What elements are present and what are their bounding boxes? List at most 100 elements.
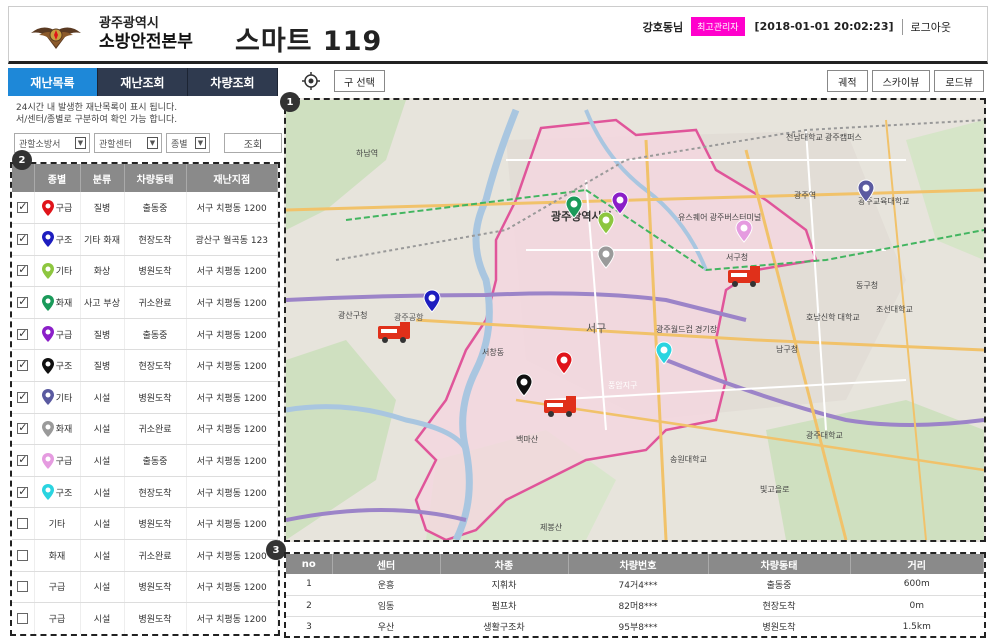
row-center: 우산 — [332, 616, 440, 636]
row-no: 3 — [286, 616, 332, 636]
org-line1: 광주광역시 — [99, 16, 159, 31]
trajectory-button[interactable]: 궤적 — [827, 70, 868, 92]
tab-disaster-search[interactable]: 재난조회 — [98, 68, 188, 96]
col-header-no: no — [286, 554, 333, 574]
map-label-gwangsan-office: 광산구청 — [338, 310, 367, 320]
col-header-location: 재난지점 — [186, 164, 278, 192]
table-row[interactable]: 기타 시설 병원도착 서구 치평동 1200 — [12, 507, 278, 541]
row-status: 현장도착 — [124, 349, 187, 383]
table-row[interactable]: 화재 사고 부상 귀소완료 서구 치평동 1200 — [12, 286, 278, 319]
row-checkbox[interactable] — [17, 295, 29, 309]
row-checkbox[interactable] — [17, 485, 29, 498]
row-vehicle-type: 펌프차 — [440, 595, 568, 617]
row-category: 시설 — [80, 571, 125, 604]
row-checkbox[interactable] — [17, 327, 29, 340]
row-type-cell: 구조 — [34, 349, 81, 383]
app-title: 스마트 119 — [235, 26, 383, 57]
table-row[interactable]: 구급 시설 병원도착 서구 치평동 1200 — [12, 571, 278, 604]
row-type-cell: 구급 — [34, 318, 81, 351]
table-row[interactable]: 구급 질병 출동중 서구 치평동 1200 — [12, 318, 278, 351]
crosshair-icon[interactable] — [302, 72, 320, 90]
org-name: 광주광역시 소방안전본부 — [99, 14, 193, 52]
col-header-distance: 거리 — [850, 554, 984, 574]
row-checkbox[interactable] — [17, 200, 29, 214]
map-label-jeonnam-univ: 전남대학교 광주캠퍼스 — [786, 132, 862, 142]
row-category: 시설 — [80, 413, 125, 446]
search-button[interactable]: 조회 — [224, 133, 282, 153]
type-select[interactable]: 종별 ▼ — [166, 133, 210, 153]
table-row[interactable]: 기타 시설 병원도착 서구 치평동 1200 — [12, 381, 278, 414]
row-checkbox[interactable] — [17, 421, 29, 435]
user-name: 강호동님 — [642, 20, 684, 34]
vehicle-table-body: 1 운흥 지휘차 74거4*** 출동중 600m 2 임동 펌프차 82머8*… — [286, 574, 984, 636]
roadview-button[interactable]: 로드뷰 — [934, 70, 984, 92]
row-location: 서구 치평동 1200 — [186, 476, 278, 509]
center-select[interactable]: 관할센터 ▼ — [94, 133, 162, 153]
table-row[interactable]: 구급 질병 출동중 서구 치평동 1200 — [12, 192, 278, 225]
row-status: 병원도착 — [124, 507, 187, 541]
row-checkbox[interactable] — [17, 358, 29, 372]
row-checkbox[interactable] — [17, 263, 29, 277]
row-type: 화재 — [55, 425, 73, 436]
table-row[interactable]: 화재 시설 귀소완료 서구 치평동 1200 — [12, 413, 278, 446]
table-row[interactable]: 기타 화상 병원도착 서구 치평동 1200 — [12, 255, 278, 288]
map-view-buttons: 궤적 스카이뷰 로드뷰 — [827, 70, 984, 92]
row-location: 서구 치평동 1200 — [186, 349, 278, 383]
table-row[interactable]: 구조 질병 현장도착 서구 치평동 1200 — [12, 349, 278, 383]
skyview-button[interactable]: 스카이뷰 — [871, 70, 931, 92]
map-label-namgu-office: 남구청 — [776, 345, 798, 354]
row-checkbox[interactable] — [17, 581, 29, 593]
row-status: 병원도착 — [124, 381, 187, 414]
current-datetime: [2018-01-01 20:02:23] — [754, 20, 894, 33]
table-row[interactable]: 2 임동 펌프차 82머8*** 현장도착 0m — [286, 595, 984, 617]
row-type-cell: 기타 — [34, 381, 81, 414]
row-location: 서구 치평동 1200 — [186, 539, 278, 572]
row-status: 현장도착 — [124, 476, 187, 509]
row-status: 귀소완료 — [124, 286, 187, 319]
row-center: 임동 — [332, 595, 440, 617]
row-checkbox[interactable] — [17, 390, 29, 403]
row-status: 병원도착 — [124, 602, 187, 634]
list-description: 24시간 내 발생한 재난목록이 표시 됩니다. 서/센터/종별로 구분하여 확… — [16, 102, 177, 126]
row-checkbox[interactable] — [17, 518, 29, 530]
map-label-hanam: 하남역 — [356, 148, 378, 158]
gu-select-button[interactable]: 구 선택 — [334, 70, 385, 92]
row-type: 화재 — [55, 299, 73, 310]
map-label-seogu-office: 서구청 — [726, 253, 748, 262]
map-label-worldcup: 광주월드컵 경기장 — [656, 324, 718, 334]
tab-disaster-list[interactable]: 재난목록 — [8, 68, 98, 96]
map-label-bitgoeul: 빛고을로 — [760, 484, 789, 494]
table-row[interactable]: 1 운흥 지휘차 74거4*** 출동중 600m — [286, 574, 984, 596]
table-row[interactable]: 구조 기타 화재 현장도착 광산구 월곡동 123 — [12, 223, 278, 256]
table-row[interactable]: 구조 시설 현장도착 서구 치평동 1200 — [12, 476, 278, 509]
row-category: 시설 — [80, 444, 125, 477]
row-type: 구급 — [55, 457, 73, 468]
table-row[interactable]: 화재 시설 귀소완료 서구 치평동 1200 — [12, 539, 278, 572]
row-status: 귀소완료 — [124, 413, 187, 446]
row-checkbox[interactable] — [17, 549, 29, 561]
row-checkbox[interactable] — [17, 232, 29, 245]
map-pin-icon — [41, 262, 54, 279]
row-checkbox[interactable] — [17, 453, 29, 467]
row-type-cell: 구조 — [34, 223, 81, 256]
type-select-value: 종별 — [171, 139, 188, 150]
row-category: 기타 화재 — [80, 223, 125, 256]
logout-link[interactable]: 로그아웃 — [911, 19, 951, 35]
tab-vehicle-search[interactable]: 차량조회 — [188, 68, 278, 96]
vehicle-table: no 센터 차종 차량번호 차량동태 거리 1 운흥 지휘차 74거4*** 출… — [284, 552, 986, 638]
row-type: 기타 — [48, 520, 66, 531]
row-vehicle-status: 현장도착 — [708, 595, 850, 617]
table-row[interactable]: 구급 시설 병원도착 서구 치평동 1200 — [12, 602, 278, 634]
row-type: 구급 — [55, 330, 73, 341]
row-checkbox[interactable] — [17, 613, 29, 625]
map-canvas[interactable]: 광주광역시청 서구 광주공항 광산구청 남구청 동구청 백마산 제봉산 광주월드… — [286, 100, 984, 540]
row-check-cell — [12, 223, 35, 256]
map-area[interactable]: 광주광역시청 서구 광주공항 광산구청 남구청 동구청 백마산 제봉산 광주월드… — [284, 98, 986, 542]
row-check-cell — [12, 318, 35, 351]
col-header-category: 분류 — [80, 164, 125, 192]
row-check-cell — [12, 539, 35, 572]
table-row[interactable]: 3 우산 생활구조차 95부8*** 병원도착 1.5km — [286, 616, 984, 636]
table-row[interactable]: 구급 시설 출동중 서구 치평동 1200 — [12, 444, 278, 477]
map-label-pungam: 풍암지구 — [608, 380, 637, 390]
row-category: 화상 — [80, 255, 125, 288]
